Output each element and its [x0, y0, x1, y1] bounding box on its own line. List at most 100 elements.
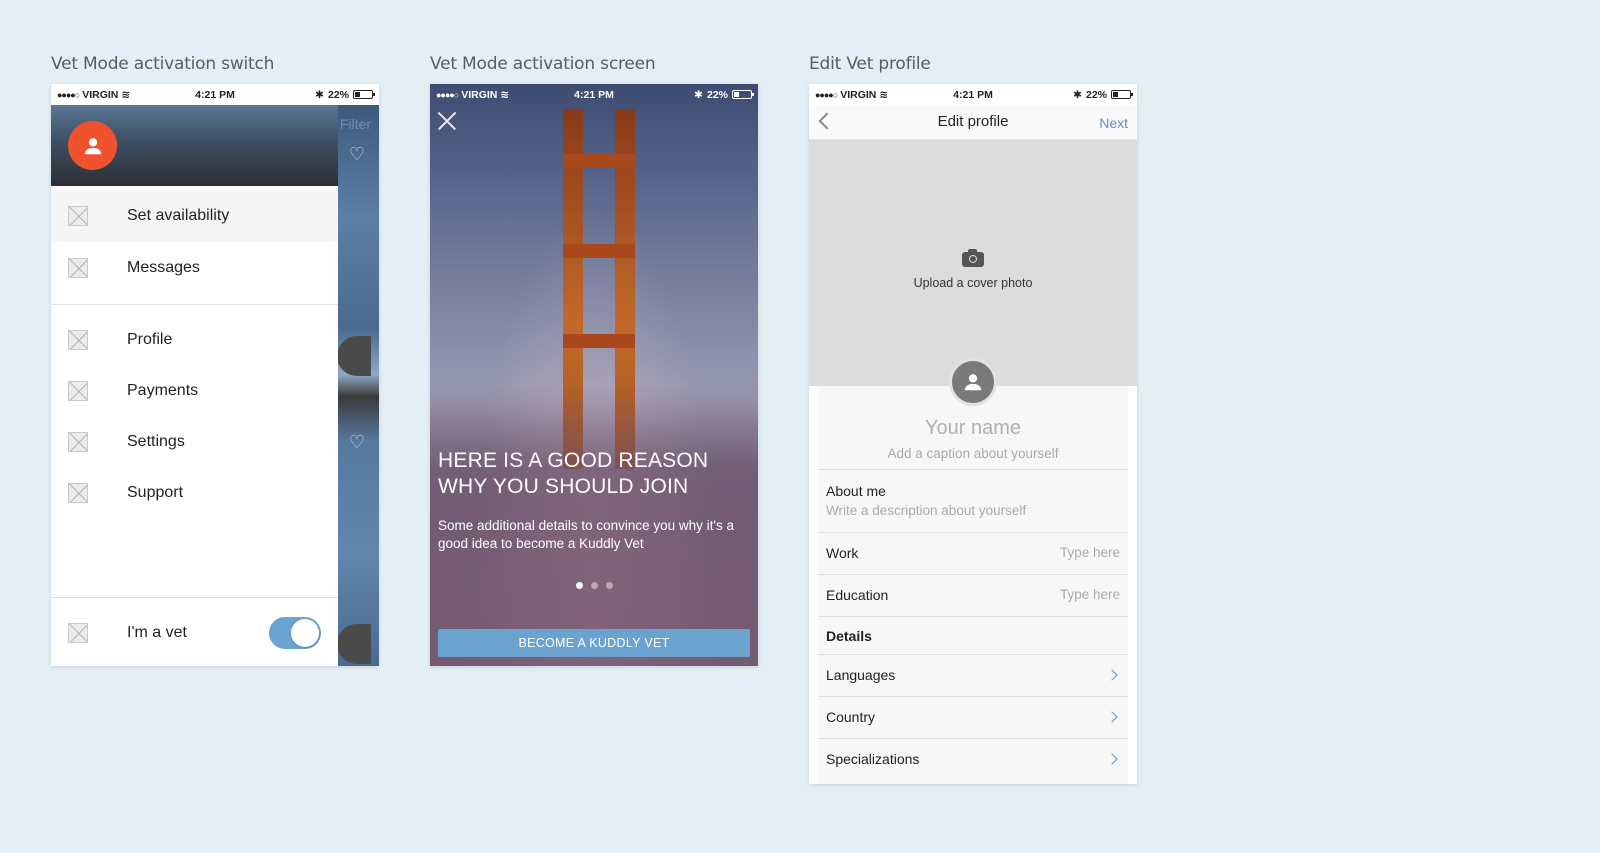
bridge-beam: [563, 334, 635, 348]
specializations-label: Specializations: [826, 751, 920, 767]
specializations-row[interactable]: Specializations: [826, 751, 1120, 767]
languages-row[interactable]: Languages: [826, 667, 1120, 683]
vet-toggle-label: I'm a vet: [127, 624, 187, 641]
vet-mode-toggle[interactable]: [269, 617, 321, 649]
menu-item-vet-mode: I'm a vet: [51, 607, 338, 659]
work-field[interactable]: Work Type here: [826, 545, 1120, 561]
subheadline: Some additional details to convince you …: [438, 517, 753, 553]
details-heading: Details: [826, 628, 872, 644]
cover-photo-area[interactable]: Upload a cover photo: [809, 140, 1137, 386]
page-title: Edit profile: [937, 113, 1009, 130]
nav-bar: Edit profile Next: [809, 105, 1137, 140]
chevron-right-icon: [1106, 753, 1118, 765]
close-icon[interactable]: [438, 112, 456, 130]
person-icon: [84, 137, 101, 154]
education-label: Education: [826, 587, 889, 603]
country-row[interactable]: Country: [826, 709, 1120, 725]
bluetooth-icon: ✱: [1073, 88, 1082, 101]
work-placeholder: Type here: [1059, 545, 1120, 560]
menu-item-label: Messages: [127, 259, 200, 276]
x-placeholder-icon: [68, 623, 88, 643]
divider: [818, 616, 1128, 617]
bluetooth-icon: ✱: [315, 88, 324, 101]
status-bar: ●●●●○ VIRGIN ≋ 4:21 PM ✱ 22%: [51, 84, 379, 105]
divider: [818, 532, 1128, 533]
headline-line: HERE IS A GOOD REASON: [438, 449, 709, 472]
page-dot[interactable]: [590, 582, 598, 589]
divider: [818, 574, 1128, 575]
about-me-placeholder: Write a description about yourself: [826, 503, 1027, 518]
divider: [818, 654, 1128, 655]
education-field[interactable]: Education Type here: [826, 587, 1120, 603]
x-placeholder-icon: [68, 381, 88, 401]
caption-vet-mode-screen: Vet Mode activation screen: [430, 54, 656, 74]
menu-item-label: Support: [127, 484, 184, 501]
x-placeholder-icon: [68, 483, 88, 503]
status-bar: ●●●●○ VIRGIN ≋ 4:21 PM ✱ 22%: [809, 84, 1137, 105]
country-label: Country: [826, 709, 876, 725]
caption-vet-mode-switch: Vet Mode activation switch: [51, 54, 275, 74]
bridge-beam: [563, 244, 635, 258]
heart-icon[interactable]: ♡: [349, 144, 365, 165]
chevron-right-icon: [1106, 669, 1118, 681]
profile-avatar[interactable]: [949, 358, 997, 406]
x-placeholder-icon: [68, 206, 88, 226]
filter-link[interactable]: Filter: [340, 116, 371, 132]
phone-edit-profile: ●●●●○ VIRGIN ≋ 4:21 PM ✱ 22% Edit profile N…: [809, 84, 1137, 784]
phone-vet-mode-switch: ●●●●○ VIRGIN ≋ 4:21 PM ✱ 22% Filter ♡ ♡ Set…: [51, 84, 379, 666]
x-placeholder-icon: [68, 258, 88, 278]
about-me-field[interactable]: About me Write a description about yours…: [826, 483, 1120, 518]
bridge-beam: [563, 154, 635, 168]
divider: [818, 469, 1128, 470]
divider: [818, 696, 1128, 697]
x-placeholder-icon: [68, 330, 88, 350]
chevron-right-icon: [1106, 711, 1118, 723]
menu-item-support[interactable]: Support: [51, 467, 338, 519]
next-button[interactable]: Next: [1099, 115, 1128, 131]
user-avatar[interactable]: [68, 121, 117, 170]
x-placeholder-icon: [68, 432, 88, 452]
menu-item-settings[interactable]: Settings: [51, 416, 338, 468]
battery-percent: 22%: [327, 88, 349, 101]
menu-item-messages[interactable]: Messages: [51, 242, 338, 294]
menu-item-label: Profile: [127, 331, 173, 348]
name-field[interactable]: Your name: [809, 417, 1137, 440]
phone-vet-mode-screen: ●●●●○ VIRGIN ≋ 4:21 PM ✱ 22% HERE IS A GOOD…: [430, 84, 758, 666]
background-content: [338, 105, 379, 666]
person-icon: [964, 374, 982, 391]
battery-icon: [353, 90, 375, 99]
work-label: Work: [826, 545, 859, 561]
headline: HERE IS A GOOD REASON WHY YOU SHOULD JOI…: [438, 448, 748, 500]
menu-item-profile[interactable]: Profile: [51, 314, 338, 366]
avatar: [337, 624, 371, 664]
camera-icon: [962, 249, 984, 267]
page-indicator: [430, 582, 758, 589]
become-vet-button[interactable]: BECOME A KUDDLY VET: [438, 629, 750, 657]
divider: [818, 738, 1128, 739]
education-placeholder: Type here: [1059, 587, 1120, 602]
battery-icon: [1111, 90, 1133, 99]
page-dot-active[interactable]: [575, 582, 583, 589]
heart-icon[interactable]: ♡: [349, 432, 365, 453]
menu-item-payments[interactable]: Payments: [51, 365, 338, 417]
battery-percent: 22%: [1085, 88, 1107, 101]
languages-label: Languages: [826, 667, 896, 683]
menu-item-label: Payments: [127, 382, 199, 399]
battery-icon: [732, 90, 754, 99]
upload-cover-label: Upload a cover photo: [913, 276, 1033, 290]
headline-line: WHY YOU SHOULD JOIN: [438, 475, 689, 498]
page-dot[interactable]: [605, 582, 613, 589]
menu-item-label: Settings: [127, 433, 185, 450]
menu-item-set-availability[interactable]: Set availability: [51, 190, 338, 242]
caption-field[interactable]: Add a caption about yourself: [809, 446, 1137, 461]
side-drawer: Set availability Messages Profile Paymen…: [51, 105, 338, 666]
subheadline-line: good idea to become a Kuddly Vet: [438, 536, 644, 551]
avatar: [337, 336, 371, 376]
subheadline-line: Some additional details to convince you …: [438, 518, 734, 533]
divider: [51, 597, 338, 598]
about-me-label: About me: [826, 483, 886, 499]
battery-percent: 22%: [706, 88, 728, 101]
divider: [51, 304, 338, 305]
bluetooth-icon: ✱: [694, 88, 703, 101]
status-bar: ●●●●○ VIRGIN ≋ 4:21 PM ✱ 22%: [430, 84, 758, 105]
